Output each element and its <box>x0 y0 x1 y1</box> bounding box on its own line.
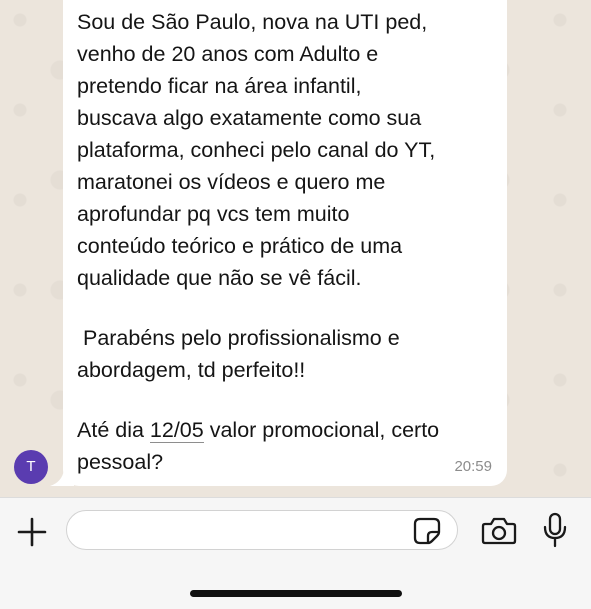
chat-area: Sou de São Paulo, nova na UTI ped, venho… <box>0 0 591 497</box>
message-text: Sou de São Paulo, nova na UTI ped, venho… <box>77 6 497 478</box>
sender-avatar[interactable]: T <box>14 450 48 484</box>
date-link[interactable]: 12/05 <box>149 418 204 443</box>
message-text-suffix: valor promocional, certo <box>203 418 440 442</box>
bubble-tail <box>50 470 74 486</box>
sticker-icon <box>413 517 441 545</box>
message-line: plataforma, conheci pelo canal do YT, <box>77 138 436 162</box>
microphone-icon <box>543 512 567 548</box>
message-line: aprofundar pq vcs tem muito <box>77 202 350 226</box>
camera-button[interactable] <box>481 516 517 546</box>
message-input[interactable] <box>66 510 458 550</box>
sticker-button[interactable] <box>413 517 441 545</box>
camera-icon <box>481 517 517 545</box>
message-line: maratonei os vídeos e quero me <box>77 170 386 194</box>
message-line: Até dia 12/05 valor promocional, certo <box>77 414 497 446</box>
message-line: buscava algo exatamente como sua <box>77 106 422 130</box>
message-line: abordagem, td perfeito!! <box>77 358 306 382</box>
message-line: Sou de São Paulo, nova na UTI ped, <box>77 10 428 34</box>
message-line: pessoal? <box>77 450 164 474</box>
message-line: conteúdo teórico e prático de uma <box>77 234 403 258</box>
message-text-prefix: Até dia <box>77 418 150 442</box>
plus-icon <box>17 517 47 547</box>
message-timestamp: 20:59 <box>454 458 492 475</box>
attach-button[interactable] <box>16 516 48 548</box>
message-line: venho de 20 anos com Adulto e <box>77 42 379 66</box>
message-line: pretendo ficar na área infantil, <box>77 74 362 98</box>
message-line: Parabéns pelo profissionalismo e <box>77 326 400 350</box>
home-indicator <box>190 590 402 597</box>
message-line: qualidade que não se vê fácil. <box>77 266 362 290</box>
microphone-button[interactable] <box>542 512 568 548</box>
